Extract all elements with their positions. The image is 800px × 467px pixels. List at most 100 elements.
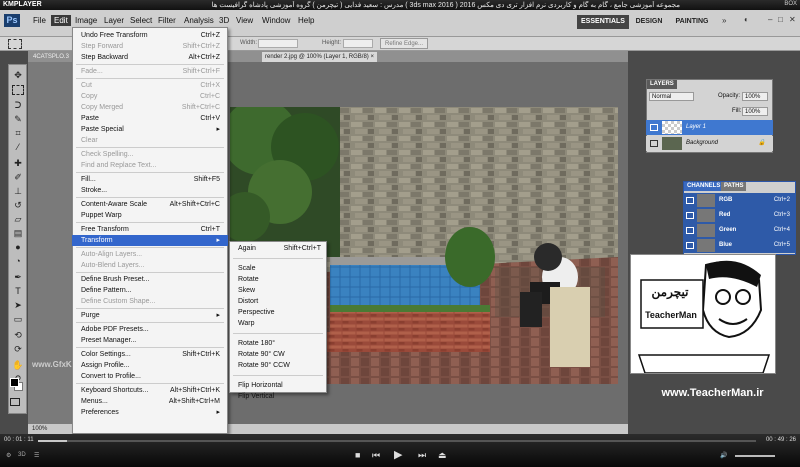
history-brush-tool-icon[interactable]: ↺ bbox=[11, 199, 25, 211]
edit-menu-item-menus[interactable]: Menus... Alt+Shift+Ctrl+M bbox=[72, 396, 228, 407]
3d-rotate-tool-icon[interactable]: ⟲ bbox=[11, 329, 25, 341]
transform-item-rotate-90-cw[interactable]: Rotate 90° CW bbox=[229, 349, 327, 360]
transform-item-flip-vertical[interactable]: Flip Vertical bbox=[229, 391, 327, 402]
menu-window[interactable]: Window bbox=[262, 16, 290, 25]
gradient-tool-icon[interactable]: ▤ bbox=[11, 227, 25, 239]
edit-menu-item-preset-manager[interactable]: Preset Manager... bbox=[72, 335, 228, 346]
blend-mode-select[interactable]: Normal bbox=[649, 92, 694, 101]
volume-slider[interactable] bbox=[735, 455, 775, 457]
visibility-eye-icon[interactable] bbox=[686, 212, 694, 219]
doc-tab-active[interactable]: render 2.jpg @ 100% (Layer 1, RGB/8) × bbox=[262, 52, 377, 62]
edit-menu-item-fill[interactable]: Fill... Shift+F5 bbox=[72, 174, 228, 185]
settings-icon[interactable]: ⚙ bbox=[6, 452, 11, 459]
path-select-tool-icon[interactable]: ➤ bbox=[11, 299, 25, 311]
marquee-tool-icon[interactable] bbox=[12, 85, 24, 95]
edit-menu-item-purge[interactable]: Purge ▸ bbox=[72, 310, 228, 321]
lasso-tool-icon[interactable]: ᑐ bbox=[11, 99, 25, 111]
visibility-eye-icon[interactable] bbox=[686, 197, 694, 204]
edit-menu-item-define-pattern[interactable]: Define Pattern... bbox=[72, 285, 228, 296]
opacity-field[interactable]: 100% bbox=[742, 92, 768, 101]
transform-item-rotate-180[interactable]: Rotate 180° bbox=[229, 338, 327, 349]
visibility-eye-icon[interactable] bbox=[686, 242, 694, 249]
paths-tab[interactable]: PATHS bbox=[721, 182, 747, 191]
marquee-tool-preset-icon[interactable] bbox=[8, 39, 22, 49]
zoom-level[interactable]: 100% bbox=[32, 426, 47, 432]
minimize-icon[interactable]: – bbox=[768, 15, 772, 24]
play-icon[interactable]: ▶ bbox=[394, 448, 402, 461]
brush-tool-icon[interactable]: ✐ bbox=[11, 171, 25, 183]
previous-icon[interactable]: ⏮ bbox=[372, 450, 380, 461]
transform-item-rotate[interactable]: Rotate bbox=[229, 274, 327, 285]
player-box-button[interactable]: BOX bbox=[784, 1, 797, 7]
menu-analysis[interactable]: Analysis bbox=[184, 16, 214, 25]
next-icon[interactable]: ⏭ bbox=[418, 450, 426, 461]
menu-filter[interactable]: Filter bbox=[158, 16, 176, 25]
quick-mask-icon[interactable] bbox=[10, 398, 20, 406]
menu-help[interactable]: Help bbox=[298, 16, 314, 25]
workspace-more-icon[interactable]: » bbox=[722, 16, 726, 25]
edit-menu-item-transform[interactable]: Transform ▸ bbox=[72, 235, 228, 246]
quick-select-tool-icon[interactable]: ✎ bbox=[11, 113, 25, 125]
edit-menu-item-color-settings[interactable]: Color Settings... Shift+Ctrl+K bbox=[72, 349, 228, 360]
seek-bar[interactable] bbox=[38, 440, 756, 442]
blur-tool-icon[interactable]: ● bbox=[11, 241, 25, 253]
transform-item-distort[interactable]: Distort bbox=[229, 296, 327, 307]
transform-item-skew[interactable]: Skew bbox=[229, 285, 327, 296]
dodge-tool-icon[interactable]: ◔ bbox=[11, 255, 25, 267]
eyedropper-tool-icon[interactable]: ⁄ bbox=[11, 141, 25, 153]
hand-tool-icon[interactable]: ✋ bbox=[11, 359, 25, 371]
layer-row-active[interactable]: Layer 1 bbox=[646, 120, 773, 135]
menu-edit[interactable]: Edit bbox=[51, 15, 71, 26]
edit-menu-item-adobe-pdf-presets[interactable]: Adobe PDF Presets... bbox=[72, 324, 228, 335]
menu-layer[interactable]: Layer bbox=[104, 16, 124, 25]
refine-edge-button[interactable]: Refine Edge... bbox=[380, 38, 428, 49]
edit-menu-item-convert-to-profile[interactable]: Convert to Profile... bbox=[72, 371, 228, 382]
visibility-eye-icon[interactable] bbox=[650, 124, 658, 131]
channel-row-red[interactable]: Red Ctrl+3 bbox=[683, 208, 796, 223]
cs-live-icon[interactable]: ◐ bbox=[744, 15, 749, 24]
edit-menu-item-content-aware-scale[interactable]: Content-Aware Scale Alt+Shift+Ctrl+C bbox=[72, 199, 228, 210]
width-field[interactable] bbox=[258, 39, 298, 48]
eraser-tool-icon[interactable]: ▱ bbox=[11, 213, 25, 225]
menu-select[interactable]: Select bbox=[130, 16, 152, 25]
workspace-design-button[interactable]: DESIGN bbox=[632, 15, 666, 29]
move-tool-icon[interactable]: ✥ bbox=[11, 69, 25, 81]
edit-menu-item-paste-special[interactable]: Paste Special ▸ bbox=[72, 124, 228, 135]
visibility-eye-icon[interactable] bbox=[686, 227, 694, 234]
pen-tool-icon[interactable]: ✒ bbox=[11, 271, 25, 283]
visibility-eye-icon[interactable] bbox=[650, 140, 658, 147]
transform-item-again[interactable]: Again Shift+Ctrl+T bbox=[229, 243, 327, 254]
eject-icon[interactable]: ⏏ bbox=[438, 450, 447, 461]
channel-row-blue[interactable]: Blue Ctrl+5 bbox=[683, 238, 796, 253]
layers-tab[interactable]: LAYERS bbox=[647, 80, 677, 89]
workspace-essentials-button[interactable]: ESSENTIALS bbox=[577, 15, 629, 29]
menu-3d[interactable]: 3D bbox=[219, 16, 229, 25]
3d-icon[interactable]: 3D bbox=[18, 452, 26, 458]
edit-menu-item-assign-profile[interactable]: Assign Profile... bbox=[72, 360, 228, 371]
workspace-painting-button[interactable]: PAINTING bbox=[670, 15, 714, 29]
layer-row[interactable]: Background 🔒 bbox=[646, 136, 773, 151]
volume-icon[interactable]: 🔊 bbox=[720, 452, 727, 459]
menu-image[interactable]: Image bbox=[75, 16, 97, 25]
type-tool-icon[interactable]: T bbox=[11, 285, 25, 297]
channel-row-rgb[interactable]: RGB Ctrl+2 bbox=[683, 193, 796, 208]
transform-item-warp[interactable]: Warp bbox=[229, 318, 327, 329]
doc-tab-other[interactable]: 4CATSPLO.3 bbox=[30, 52, 72, 62]
stamp-tool-icon[interactable]: ⊥ bbox=[11, 185, 25, 197]
edit-menu-item-free-transform[interactable]: Free Transform Ctrl+T bbox=[72, 224, 228, 235]
channel-row-green[interactable]: Green Ctrl+4 bbox=[683, 223, 796, 238]
edit-menu-item-paste[interactable]: Paste Ctrl+V bbox=[72, 113, 228, 124]
healing-tool-icon[interactable]: ✚ bbox=[11, 157, 25, 169]
maximize-icon[interactable]: □ bbox=[778, 15, 783, 24]
fill-field[interactable]: 100% bbox=[742, 107, 768, 116]
channels-tab[interactable]: CHANNELS bbox=[684, 182, 724, 191]
crop-tool-icon[interactable]: ⌗ bbox=[11, 127, 25, 139]
edit-menu-item-keyboard-shortcuts[interactable]: Keyboard Shortcuts... Alt+Shift+Ctrl+K bbox=[72, 385, 228, 396]
stop-icon[interactable]: ■ bbox=[355, 450, 360, 460]
edit-menu-item-stroke[interactable]: Stroke... bbox=[72, 185, 228, 196]
edit-menu-item-preferences[interactable]: Preferences ▸ bbox=[72, 407, 228, 418]
menu-view[interactable]: View bbox=[236, 16, 253, 25]
foreground-color-swatch[interactable] bbox=[10, 378, 19, 387]
edit-menu-item-puppet-warp[interactable]: Puppet Warp bbox=[72, 210, 228, 221]
edit-menu-item-step-backward[interactable]: Step Backward Alt+Ctrl+Z bbox=[72, 52, 228, 63]
